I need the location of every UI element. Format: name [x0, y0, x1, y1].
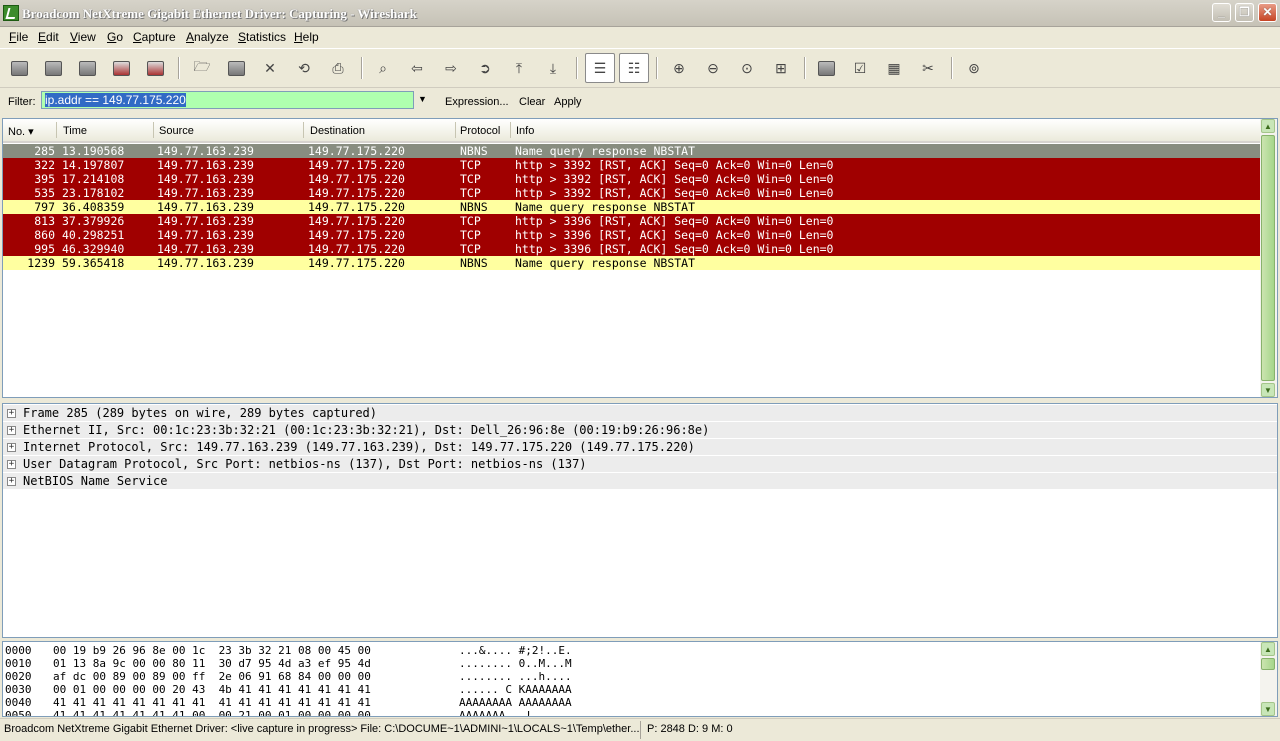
save-icon[interactable]: [226, 58, 246, 78]
expand-icon[interactable]: +: [7, 477, 16, 486]
restart-capture-icon[interactable]: [111, 58, 131, 78]
maximize-button[interactable]: ❐: [1235, 3, 1254, 22]
hex-scrollbar[interactable]: ▲ ▼: [1260, 642, 1277, 716]
scroll-up-icon[interactable]: ▲: [1261, 119, 1275, 133]
expand-icon[interactable]: +: [7, 443, 16, 452]
packet-row[interactable]: 395 17.214108 149.77.163.239 149.77.175.220…: [3, 172, 1261, 186]
status-packet-counts: P: 2848 D: 9 M: 0: [647, 723, 733, 735]
window-title: Broadcom NetXtreme Gigabit Ethernet Driv…: [22, 6, 417, 21]
packet-row[interactable]: 860 40.298251 149.77.163.239 149.77.175.220…: [3, 228, 1261, 242]
menu-capture[interactable]: Capture: [133, 30, 176, 44]
first-icon[interactable]: ⤒: [509, 58, 529, 78]
find-icon[interactable]: ⌕: [373, 58, 393, 78]
detail-row-nbns[interactable]: + NetBIOS Name Service: [3, 473, 1277, 489]
print-icon[interactable]: ⎙: [328, 58, 348, 78]
packet-row[interactable]: 1239 59.365418 149.77.163.239 149.77.175.22…: [3, 256, 1261, 270]
zoom-out-icon[interactable]: ⊖: [703, 58, 723, 78]
scroll-thumb[interactable]: [1261, 658, 1275, 670]
help-icon[interactable]: ⊚: [964, 58, 984, 78]
last-icon[interactable]: ⤓: [543, 58, 563, 78]
menu-analyze[interactable]: Analyze: [186, 30, 229, 44]
zoom-normal-icon[interactable]: ⊙: [737, 58, 757, 78]
scroll-thumb[interactable]: [1261, 135, 1275, 381]
forward-icon[interactable]: ⇨: [441, 58, 461, 78]
packet-row[interactable]: 535 23.178102 149.77.163.239 149.77.175.220…: [3, 186, 1261, 200]
column-no[interactable]: No. ▾: [8, 125, 34, 138]
expand-icon[interactable]: +: [7, 409, 16, 418]
menu-statistics[interactable]: Statistics: [238, 30, 286, 44]
display-filter-icon[interactable]: ☑: [850, 58, 870, 78]
packet-details: + Frame 285 (289 bytes on wire, 289 bytes…: [2, 403, 1278, 638]
packet-list-header: No. ▾ Time Source Destination Protocol I…: [3, 119, 1261, 143]
expand-icon[interactable]: +: [7, 426, 16, 435]
filter-label: Filter:: [8, 96, 36, 108]
column-destination[interactable]: Destination: [310, 125, 365, 137]
start-capture-icon[interactable]: [9, 58, 29, 78]
close-file-icon[interactable]: ✕: [260, 58, 280, 78]
detail-row-ethernet[interactable]: + Ethernet II, Src: 00:1c:23:3b:32:21 (00…: [3, 422, 1277, 438]
packet-list: No. ▾ Time Source Destination Protocol I…: [2, 118, 1278, 398]
autoscroll-icon[interactable]: ☷: [619, 53, 649, 83]
expand-icon[interactable]: +: [7, 460, 16, 469]
main-toolbar: 🗁 ✕ ⟲ ⎙ ⌕ ⇦ ⇨ ➲ ⤒ ⤓ ☰ ☷ ⊕ ⊖ ⊙ ⊞ ☑ ▦ ✂ ⊚: [0, 48, 1280, 88]
reload-icon[interactable]: ⟲: [294, 58, 314, 78]
column-info[interactable]: Info: [516, 125, 534, 137]
hex-dump: 0000 00 19 b9 26 96 8e 00 1c 23 3b 32 21 …: [2, 641, 1278, 717]
packet-row[interactable]: 322 14.197807 149.77.163.239 149.77.175.220…: [3, 158, 1261, 172]
packet-row[interactable]: 813 37.379926 149.77.163.239 149.77.175.220…: [3, 214, 1261, 228]
menu-file[interactable]: File: [9, 30, 28, 44]
packet-list-scrollbar[interactable]: ▲ ▼: [1260, 119, 1277, 397]
stop-capture-icon[interactable]: [77, 58, 97, 78]
coloring-rules-icon[interactable]: ▦: [884, 58, 904, 78]
detail-row-ip[interactable]: + Internet Protocol, Src: 149.77.163.239 …: [3, 439, 1277, 455]
capture-filter-icon[interactable]: [816, 58, 836, 78]
menu-view[interactable]: View: [70, 30, 96, 44]
scroll-down-icon[interactable]: ▼: [1261, 383, 1275, 397]
column-time[interactable]: Time: [63, 125, 87, 137]
wireshark-app-icon: [3, 5, 19, 21]
filter-input[interactable]: ip.addr == 149.77.175.220: [41, 91, 414, 109]
title-bar: Broadcom NetXtreme Gigabit Ethernet Driv…: [0, 0, 1280, 27]
goto-icon[interactable]: ➲: [475, 58, 495, 78]
status-capture-info: Broadcom NetXtreme Gigabit Ethernet Driv…: [4, 723, 640, 735]
capture-options-icon[interactable]: [43, 58, 63, 78]
resize-columns-icon[interactable]: ⊞: [771, 58, 791, 78]
minimize-button[interactable]: _: [1212, 3, 1231, 22]
packet-row[interactable]: 285 13.190568 149.77.163.239 149.77.175.220…: [3, 144, 1261, 158]
back-icon[interactable]: ⇦: [407, 58, 427, 78]
scroll-down-icon[interactable]: ▼: [1261, 702, 1275, 716]
packet-row[interactable]: 995 46.329940 149.77.163.239 149.77.175.220…: [3, 242, 1261, 256]
scroll-up-icon[interactable]: ▲: [1261, 642, 1275, 656]
column-source[interactable]: Source: [159, 125, 194, 137]
clear-button[interactable]: Clear: [519, 96, 545, 108]
close-window-button[interactable]: ✕: [1258, 3, 1277, 22]
filter-bar: Filter: ip.addr == 149.77.175.220 ▼ Expr…: [0, 88, 1280, 116]
open-icon[interactable]: 🗁: [192, 58, 212, 78]
filter-dropdown-icon[interactable]: ▼: [418, 94, 427, 104]
column-protocol[interactable]: Protocol: [460, 125, 500, 137]
packet-row[interactable]: 797 36.408359 149.77.163.239 149.77.175.220…: [3, 200, 1261, 214]
detail-row-udp[interactable]: + User Datagram Protocol, Src Port: netbi…: [3, 456, 1277, 472]
status-bar: Broadcom NetXtreme Gigabit Ethernet Driv…: [0, 718, 1280, 741]
colorize-icon[interactable]: ☰: [585, 53, 615, 83]
apply-button[interactable]: Apply: [554, 96, 582, 108]
preferences-icon[interactable]: ✂: [918, 58, 938, 78]
detail-row-frame[interactable]: + Frame 285 (289 bytes on wire, 289 bytes…: [3, 405, 1277, 421]
menu-edit[interactable]: Edit: [38, 30, 59, 44]
expression-button[interactable]: Expression...: [445, 96, 509, 108]
zoom-in-icon[interactable]: ⊕: [669, 58, 689, 78]
menu-help[interactable]: Help: [294, 30, 319, 44]
menu-go[interactable]: Go: [107, 30, 123, 44]
menu-bar: File Edit View Go Capture Analyze Statis…: [0, 27, 1280, 47]
capture-interfaces-icon[interactable]: [145, 58, 165, 78]
